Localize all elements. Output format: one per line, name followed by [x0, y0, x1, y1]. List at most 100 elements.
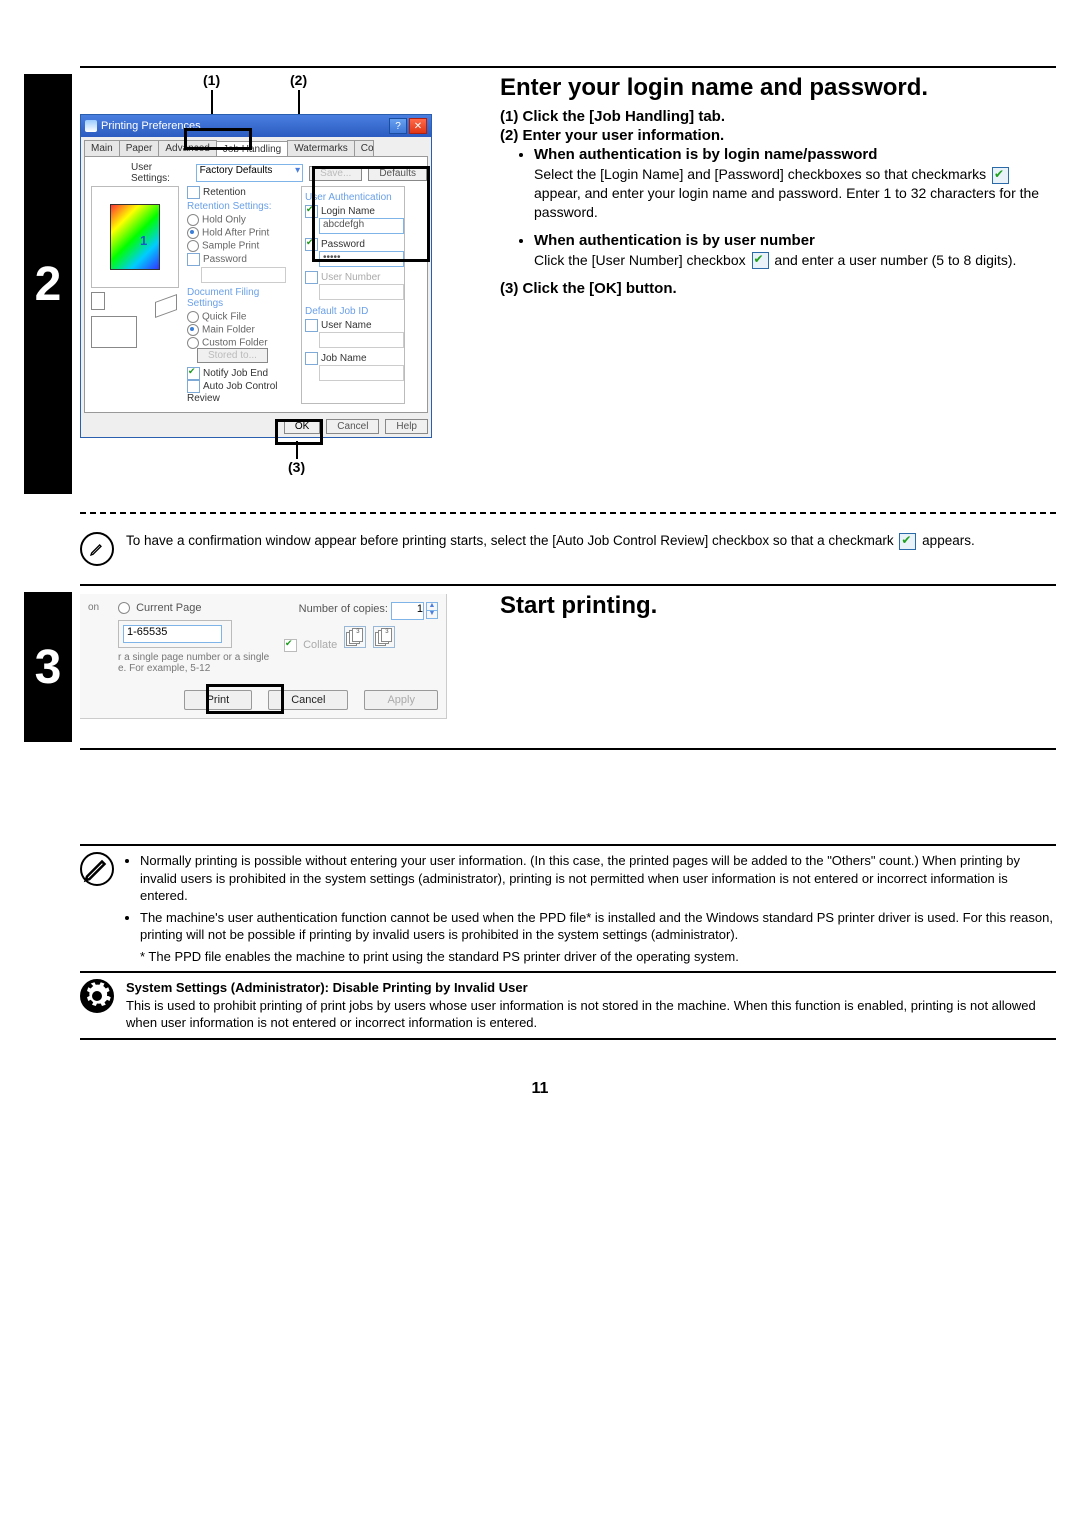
auth-user-body: Click the [User Number] checkbox and ent…	[534, 251, 1056, 270]
auth-login-body-pre: Select the [Login Name] and [Password] c…	[534, 166, 990, 182]
footnote-1-text: Normally printing is possible without en…	[126, 852, 1056, 965]
hold-only-radio[interactable]	[187, 214, 199, 226]
tab-color[interactable]: Color	[354, 140, 374, 156]
tab-paper[interactable]: Paper	[119, 140, 160, 156]
close-icon[interactable]: ✕	[409, 118, 427, 134]
step-number-2: 2	[24, 74, 72, 494]
step2-item-3: (3) Click the [OK] button.	[500, 280, 1056, 297]
step-number-3: 3	[24, 592, 72, 742]
callout-2: (2)	[290, 72, 307, 88]
step2-heading: Enter your login name and password.	[500, 74, 1056, 102]
quick-file-radio[interactable]	[187, 311, 199, 323]
user-number-checkbox[interactable]	[305, 271, 318, 284]
cancel-button[interactable]: Cancel	[326, 419, 379, 434]
pages-input[interactable]: 1-65535	[123, 625, 222, 643]
user-name-checkbox[interactable]	[305, 319, 318, 332]
note-icon	[80, 532, 114, 566]
dialog-tabs: Main Paper Advanced Job Handling Waterma…	[81, 137, 431, 156]
password-checkbox[interactable]	[187, 253, 200, 266]
job-name-input[interactable]	[319, 365, 404, 381]
copies-spinner[interactable]: ▲▼	[426, 603, 438, 619]
note-icon	[80, 852, 114, 886]
highlight-print	[206, 684, 284, 714]
callout-1: (1)	[203, 72, 220, 88]
copies-label: Number of copies:	[299, 603, 388, 615]
step3-heading: Start printing.	[500, 592, 1056, 620]
notify-job-end-checkbox[interactable]	[187, 367, 200, 380]
copies-input[interactable]: 1	[391, 602, 424, 620]
retention-password-input[interactable]	[201, 267, 286, 283]
step2-note-text: To have a confirmation window appear bef…	[126, 532, 1056, 550]
stored-to-button[interactable]: Stored to...	[197, 348, 268, 363]
highlight-2	[312, 166, 430, 262]
quick-file-label: Quick File	[202, 312, 246, 323]
auth-user-title: When authentication is by user number	[534, 232, 1056, 249]
default-job-id-header: Default Job ID	[305, 306, 401, 317]
main-folder-label: Main Folder	[202, 325, 255, 336]
current-page-label: Current Page	[136, 602, 201, 614]
user-name-label: User Name	[321, 320, 372, 331]
dialog-app-icon	[85, 120, 97, 132]
printer-diagram-icon	[91, 316, 137, 348]
printing-preferences-dialog: Printing Preferences ? ✕ Main Paper Adva…	[80, 114, 432, 438]
dialog-titlebar: Printing Preferences ? ✕	[81, 115, 431, 137]
highlight-1	[184, 128, 252, 150]
checkmark-icon	[992, 167, 1009, 184]
auto-review-checkbox[interactable]	[187, 380, 200, 393]
auth-user-body-pre: Click the [User Number] checkbox	[534, 252, 750, 268]
help-button[interactable]: Help	[385, 419, 428, 434]
footnote-2-body: This is used to prohibit printing of pri…	[126, 997, 1056, 1032]
pages-hint-1: r a single page number or a single	[118, 652, 272, 663]
custom-folder-radio[interactable]	[187, 337, 199, 349]
gear-icon	[80, 979, 114, 1013]
job-name-label: Job Name	[321, 353, 367, 364]
zoom-icon[interactable]	[91, 292, 105, 310]
password-opt-label: Password	[203, 254, 247, 265]
hold-after-print-radio[interactable]	[187, 227, 199, 239]
user-number-input[interactable]	[319, 284, 404, 300]
help-icon[interactable]: ?	[389, 118, 407, 134]
footnote-1-star: * The PPD file enables the machine to pr…	[140, 948, 1056, 966]
main-folder-radio[interactable]	[187, 324, 199, 336]
collate-icon: 123	[373, 626, 395, 648]
custom-folder-label: Custom Folder	[202, 338, 268, 349]
auth-user-body-post: and enter a user number (5 to 8 digits).	[774, 252, 1016, 268]
auth-login-title: When authentication is by login name/pas…	[534, 146, 1056, 163]
notify-job-end-label: Notify Job End	[203, 368, 268, 379]
footnote-1-b1: Normally printing is possible without en…	[140, 852, 1056, 905]
hold-only-label: Hold Only	[202, 215, 246, 226]
auto-review-label: Auto Job Control Review	[187, 381, 278, 404]
pb-tail: on	[88, 602, 106, 674]
step2-item-2: (2) Enter your user information.	[500, 127, 1056, 144]
sample-print-radio[interactable]	[187, 240, 199, 252]
sample-print-label: Sample Print	[202, 241, 259, 252]
callout-3: (3)	[288, 459, 305, 475]
tab-watermarks[interactable]: Watermarks	[287, 140, 355, 156]
hold-after-print-label: Hold After Print	[202, 228, 269, 239]
job-name-checkbox[interactable]	[305, 352, 318, 365]
collate-label: Collate	[303, 639, 337, 651]
auth-login-body: Select the [Login Name] and [Password] c…	[534, 165, 1056, 222]
step2-item-1: (1) Click the [Job Handling] tab.	[500, 108, 1056, 125]
collate-icon: 123	[344, 626, 366, 648]
docfiling-header: Document Filing Settings	[187, 287, 295, 309]
collate-checkbox[interactable]	[284, 639, 297, 652]
user-settings-select[interactable]: Factory Defaults	[196, 164, 304, 182]
preview-badge: 1	[140, 233, 147, 248]
note-text-pre: To have a confirmation window appear bef…	[126, 533, 897, 548]
retention-settings-header: Retention Settings:	[187, 201, 295, 212]
page-number: 11	[24, 1080, 1056, 1098]
footnote-2-title: System Settings (Administrator): Disable…	[126, 979, 1056, 997]
auth-login-body-post: appear, and enter your login name and pa…	[534, 185, 1039, 220]
tab-main[interactable]: Main	[84, 140, 120, 156]
note-text-post: appears.	[922, 533, 975, 548]
user-number-label: User Number	[321, 272, 380, 283]
page-preview: 1	[91, 186, 179, 288]
apply-button[interactable]: Apply	[364, 690, 438, 710]
retention-checkbox[interactable]	[187, 186, 200, 199]
highlight-3	[275, 419, 323, 445]
user-name-input[interactable]	[319, 332, 404, 348]
user-settings-label: User Settings:	[131, 162, 190, 184]
checkmark-icon	[752, 252, 769, 269]
current-page-radio[interactable]	[118, 602, 130, 614]
